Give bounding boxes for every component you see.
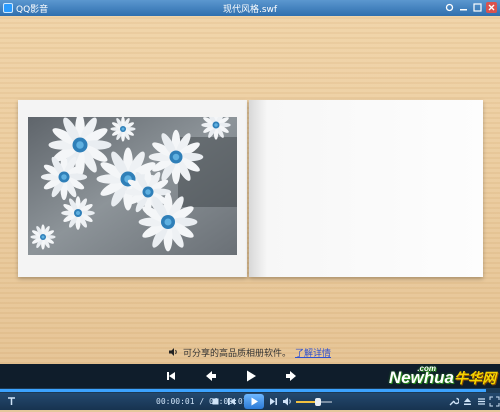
stop-button[interactable] [210, 396, 221, 407]
maximize-icon [473, 3, 482, 12]
next-track-icon [270, 398, 277, 405]
stop-icon [212, 398, 219, 405]
newhua-watermark: .com Newhua牛华网 [389, 364, 496, 388]
menu-button[interactable] [6, 396, 17, 407]
volume-button[interactable] [282, 396, 293, 407]
previous-button[interactable] [204, 369, 218, 383]
seek-progress [0, 389, 486, 392]
window-title: 现代风格.swf [222, 5, 278, 15]
arrow-right-icon [286, 371, 296, 381]
play-icon [247, 370, 256, 382]
learn-more-link[interactable]: 了解详情 [295, 349, 331, 359]
eject-icon [464, 398, 471, 405]
album-left-page [18, 100, 247, 277]
caption-text: 可分享的高品质相册软件。 [182, 349, 291, 359]
prev-track-button[interactable] [226, 396, 237, 407]
minimize-icon [460, 9, 467, 11]
watermark-dotcom: .com [417, 364, 436, 373]
speaker-icon [168, 348, 177, 356]
album-photo [28, 117, 237, 255]
skip-start-button[interactable] [164, 369, 178, 383]
arrow-left-icon [206, 371, 216, 381]
close-button[interactable] [486, 2, 497, 13]
status-play-button[interactable] [244, 394, 264, 409]
skip-start-icon [167, 372, 175, 380]
menu-icon [8, 397, 15, 405]
next-button[interactable] [284, 369, 298, 383]
title-bar: QQ影音 现代风格.swf [0, 0, 500, 16]
play-icon [251, 397, 258, 406]
video-area[interactable]: 可分享的高品质相册软件。 了解详情 [0, 16, 500, 364]
wrench-icon [449, 397, 459, 406]
fullscreen-icon [489, 396, 500, 407]
volume-knob[interactable] [315, 398, 321, 406]
next-track-button[interactable] [268, 396, 279, 407]
fullscreen-button[interactable] [489, 396, 500, 407]
playlist-icon [478, 398, 485, 405]
status-bar: 00:00:01 / 00:00:01 [0, 393, 500, 410]
settings-button[interactable] [444, 2, 455, 13]
minimize-button[interactable] [458, 2, 469, 13]
playlist-button[interactable] [476, 396, 487, 407]
promo-caption: 可分享的高品质相册软件。 了解详情 [0, 346, 500, 359]
album-right-page [249, 100, 483, 277]
close-icon [488, 4, 495, 11]
photo-album-book [18, 100, 483, 277]
tools-button[interactable] [448, 396, 459, 407]
settings-icon [445, 3, 454, 12]
eject-button[interactable] [462, 396, 473, 407]
play-button[interactable] [244, 369, 258, 383]
volume-slider[interactable] [296, 398, 332, 406]
watermark-cn: 牛华网 [454, 370, 496, 386]
playback-controls: .com Newhua牛华网 [0, 364, 500, 388]
prev-track-icon [228, 398, 235, 405]
volume-icon [283, 397, 291, 406]
maximize-button[interactable] [472, 2, 483, 13]
